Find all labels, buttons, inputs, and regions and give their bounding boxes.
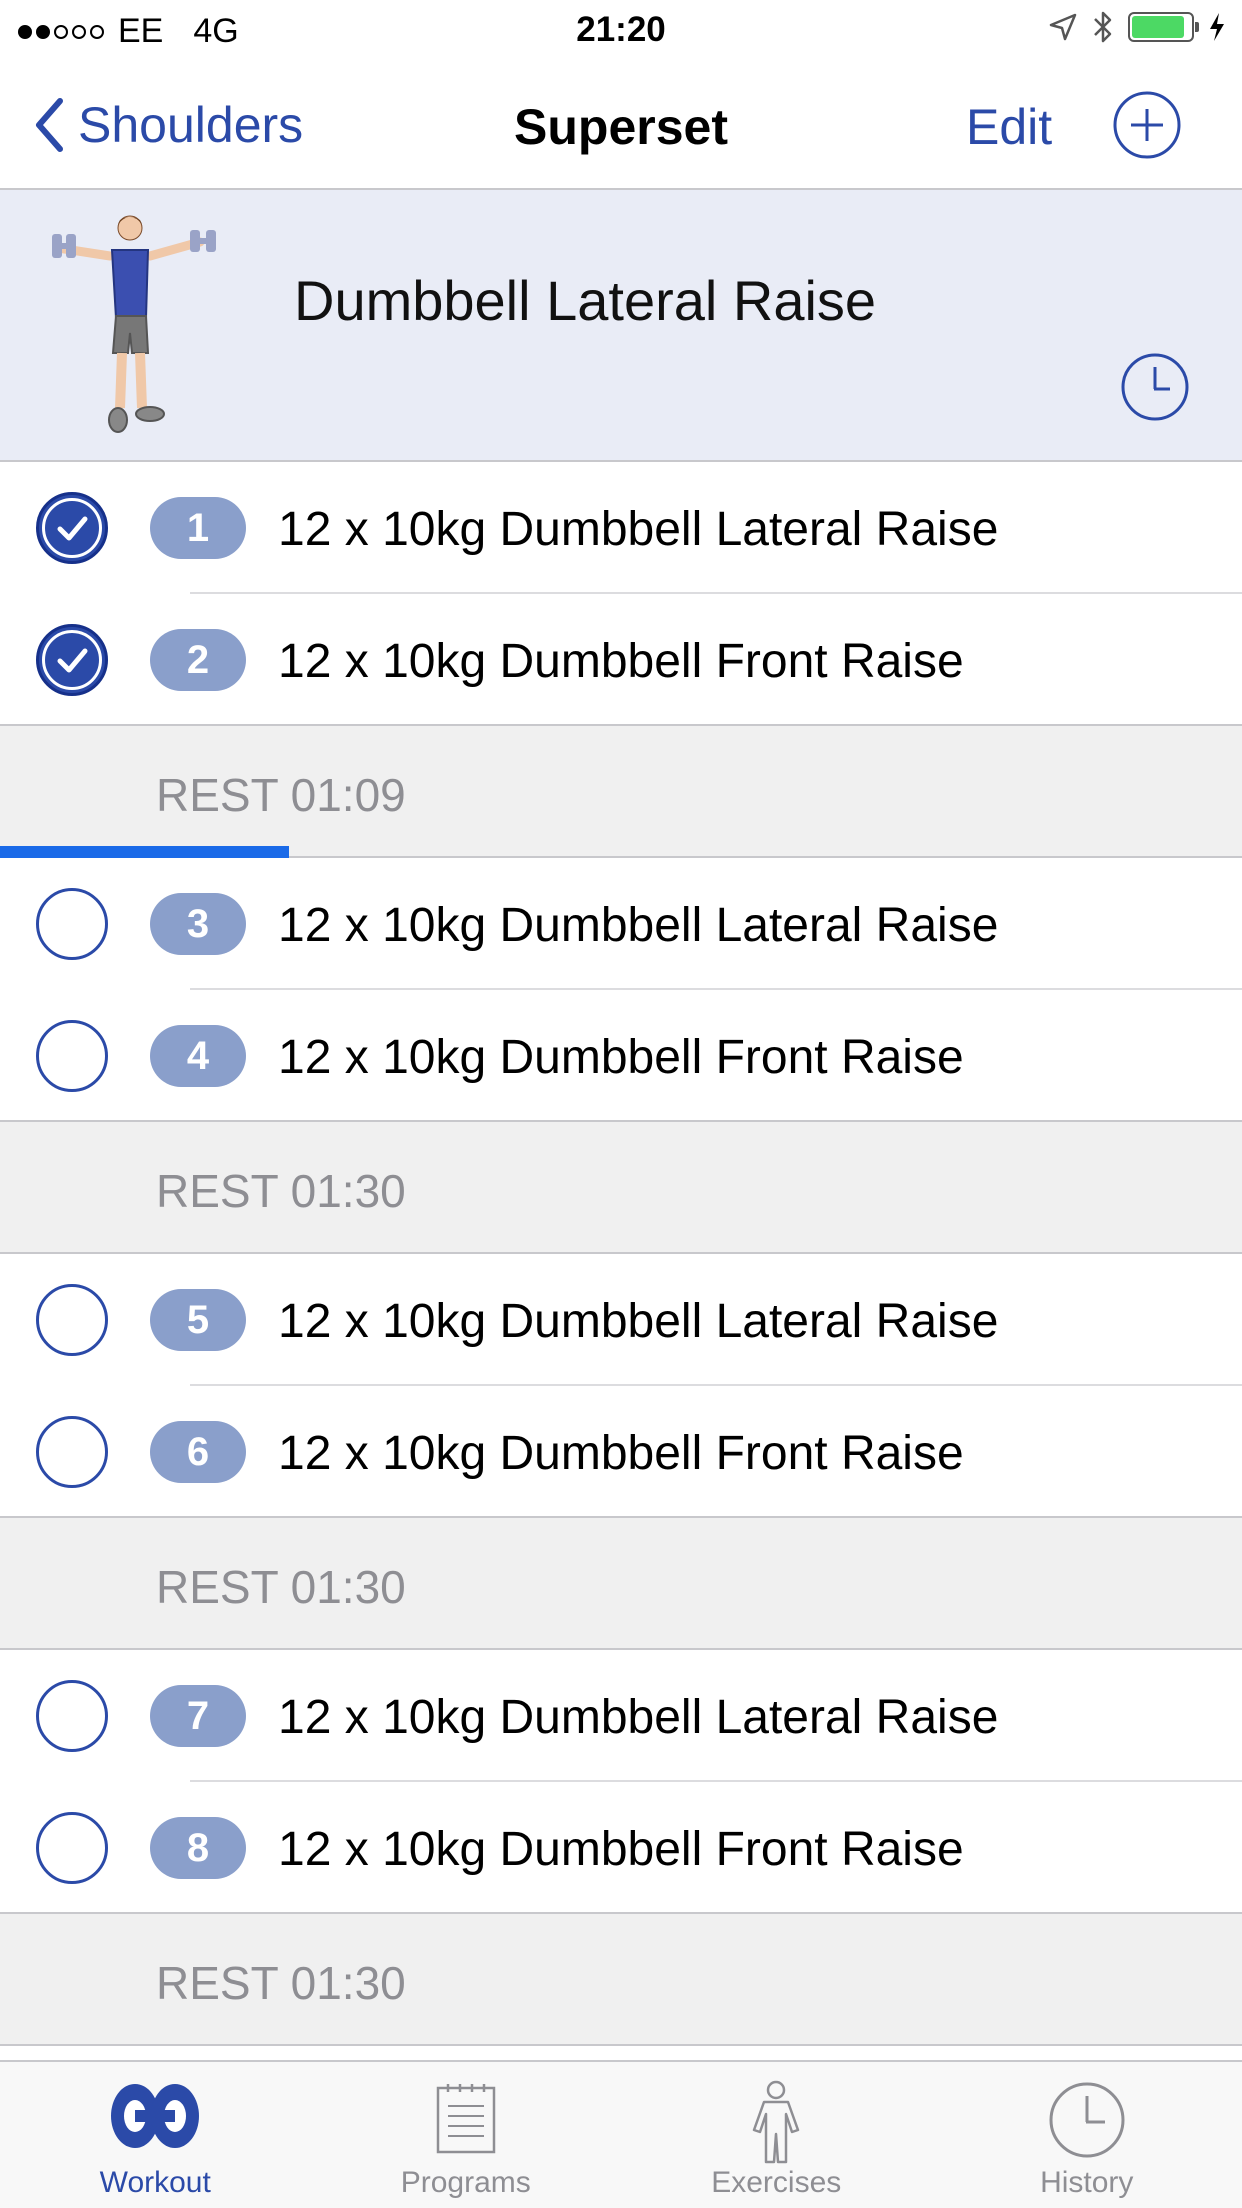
set-description: 12 x 10kg Dumbbell Lateral Raise [278,1295,999,1348]
tab-programs-label: Programs [400,2166,531,2199]
set-row[interactable]: 7 12 x 10kg Dumbbell Lateral Raise [0,1650,1242,1782]
tab-history-label: History [1040,2166,1134,2199]
set-list: 1 12 x 10kg Dumbbell Lateral Raise 2 12 x 1… [0,462,1242,2046]
exercise-header: Dumbbell Lateral Raise [0,190,1242,462]
rest-row: REST 01:30 [0,1122,1242,1254]
charging-icon [1210,13,1224,41]
set-description: 12 x 10kg Dumbbell Front Raise [278,1031,964,1084]
exercises-icon [753,2080,800,2164]
set-number-badge: 7 [150,1685,246,1747]
set-row[interactable]: 4 12 x 10kg Dumbbell Front Raise [0,990,1242,1122]
rest-label: REST 01:30 [156,1561,406,1613]
check-glyph-icon [57,648,88,673]
set-row[interactable]: 8 12 x 10kg Dumbbell Front Raise [0,1782,1242,1914]
checkmark-icon[interactable] [36,492,108,564]
history-icon [1049,2082,1125,2158]
set-row[interactable]: 3 12 x 10kg Dumbbell Lateral Raise [0,858,1242,990]
rest-row: REST 01:30 [0,1518,1242,1650]
status-bar: EE 4G 21:20 [0,0,1242,60]
set-row[interactable]: 2 12 x 10kg Dumbbell Front Raise [0,594,1242,726]
set-row[interactable]: 5 12 x 10kg Dumbbell Lateral Raise [0,1254,1242,1386]
rest-label: REST 01:09 [156,769,406,821]
set-number-badge: 2 [150,629,246,691]
set-number-badge: 1 [150,497,246,559]
exercise-illustration [52,215,216,433]
check-glyph-icon [57,516,88,541]
set-number-badge: 6 [150,1421,246,1483]
tab-workout[interactable]: Workout [0,2062,311,2208]
workout-icon [111,2084,200,2148]
tab-workout-label: Workout [99,2166,211,2199]
checkbox-circle-icon[interactable] [36,1812,108,1884]
plus-circle-icon [1113,91,1181,159]
checkbox-circle-icon[interactable] [36,1680,108,1752]
set-description: 12 x 10kg Dumbbell Front Raise [278,1427,964,1480]
set-description: 12 x 10kg Dumbbell Lateral Raise [278,503,999,556]
battery-level [1132,16,1185,38]
battery-icon [1128,12,1199,42]
back-label: Shoulders [78,97,304,153]
navigation-bar: Shoulders Superset Edit [0,60,1242,190]
rest-row: REST 01:30 [0,1914,1242,2046]
tab-history[interactable]: History [932,2062,1242,2208]
status-right [1048,10,1226,44]
chevron-left-icon [36,98,63,152]
tab-exercises[interactable]: Exercises [621,2062,932,2208]
checkbox-circle-icon[interactable] [36,1416,108,1488]
tab-exercises-label: Exercises [711,2166,842,2199]
set-number-badge: 4 [150,1025,246,1087]
set-description: 12 x 10kg Dumbbell Lateral Raise [278,899,999,952]
location-icon [1049,13,1077,41]
tab-programs[interactable]: Programs [311,2062,622,2208]
set-row[interactable]: 6 12 x 10kg Dumbbell Front Raise [0,1386,1242,1518]
checkbox-circle-icon[interactable] [36,888,108,960]
checkbox-circle-icon[interactable] [36,1020,108,1092]
set-description: 12 x 10kg Dumbbell Front Raise [278,635,964,688]
rest-label: REST 01:30 [156,1957,406,2009]
set-description: 12 x 10kg Dumbbell Lateral Raise [278,1691,999,1744]
rest-label: REST 01:30 [156,1165,406,1217]
tab-bar: Workout Programs Exercises History [0,2060,1242,2208]
clock-icon [1121,353,1189,421]
checkbox-circle-icon[interactable] [36,1284,108,1356]
set-description: 12 x 10kg Dumbbell Front Raise [278,1823,964,1876]
set-number-badge: 5 [150,1289,246,1351]
back-button[interactable]: Shoulders [34,96,303,154]
set-number-badge: 3 [150,893,246,955]
checkmark-icon[interactable] [36,624,108,696]
rest-timer-button[interactable] [1120,352,1190,427]
set-number-badge: 8 [150,1817,246,1879]
rest-row: REST 01:09 [0,726,1242,858]
bluetooth-icon [1094,11,1112,43]
exercise-title: Dumbbell Lateral Raise [294,269,877,332]
set-row[interactable]: 1 12 x 10kg Dumbbell Lateral Raise [0,462,1242,594]
add-button[interactable] [1112,90,1182,165]
programs-icon [436,2084,495,2154]
rest-progress-bar [0,846,290,858]
edit-button[interactable]: Edit [966,98,1052,156]
